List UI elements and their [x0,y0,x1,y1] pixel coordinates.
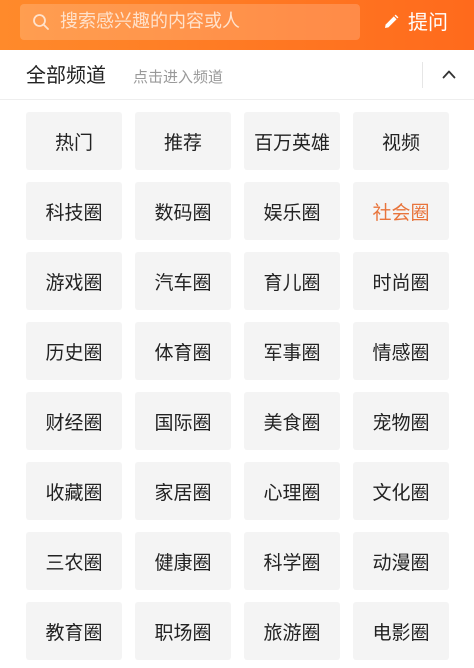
ask-question-button[interactable]: 提问 [378,4,468,40]
channel-chip[interactable]: 育儿圈 [244,252,340,310]
channel-chip[interactable]: 职场圈 [135,602,231,660]
channel-chip[interactable]: 体育圈 [135,322,231,380]
channel-chip[interactable]: 百万英雄 [244,112,340,170]
channel-chip[interactable]: 美食圈 [244,392,340,450]
channel-chip[interactable]: 社会圈 [353,182,449,240]
channel-chip[interactable]: 三农圈 [26,532,122,590]
channel-chip[interactable]: 教育圈 [26,602,122,660]
channel-chip[interactable]: 收藏圈 [26,462,122,520]
search-icon [33,14,49,30]
ask-label: 提问 [408,10,448,34]
channel-chip[interactable]: 宠物圈 [353,392,449,450]
search-placeholder: 搜索感兴趣的内容或人 [60,11,240,32]
channel-chip[interactable]: 热门 [26,112,122,170]
channel-chip[interactable]: 娱乐圈 [244,182,340,240]
channel-chip[interactable]: 旅游圈 [244,602,340,660]
channel-chip[interactable]: 军事圈 [244,322,340,380]
channel-grid: 热门 推荐 百万英雄 视频科技圈 数码圈 娱乐圈 社会圈游戏圈 汽车圈 育儿圈 时尚圈历史圈 体育圈… [26,112,450,660]
channel-chip[interactable]: 家居圈 [135,462,231,520]
channel-chip[interactable]: 国际圈 [135,392,231,450]
channel-chip[interactable]: 财经圈 [26,392,122,450]
collapse-button[interactable] [423,50,474,100]
search-input[interactable]: 搜索感兴趣的内容或人 [20,4,360,40]
channel-chip[interactable]: 动漫圈 [353,532,449,590]
channel-chip[interactable]: 科技圈 [26,182,122,240]
section-title: 全部频道 [26,63,106,87]
channel-chip[interactable]: 推荐 [135,112,231,170]
pencil-icon [385,14,399,28]
channel-chip[interactable]: 数码圈 [135,182,231,240]
channel-chip[interactable]: 游戏圈 [26,252,122,310]
section-hint: 点击进入频道 [133,68,224,86]
channel-section-header: 全部频道 点击进入频道 [0,50,474,100]
channel-chip[interactable]: 科学圈 [244,532,340,590]
channel-chip[interactable]: 时尚圈 [353,252,449,310]
channel-chip[interactable]: 视频 [353,112,449,170]
channel-chip[interactable]: 健康圈 [135,532,231,590]
channel-chip[interactable]: 汽车圈 [135,252,231,310]
top-bar: 搜索感兴趣的内容或人 提问 [0,0,474,50]
chevron-up-icon [442,70,456,79]
channel-chip[interactable]: 电影圈 [353,602,449,660]
channel-chip[interactable]: 情感圈 [353,322,449,380]
channel-chip[interactable]: 文化圈 [353,462,449,520]
channel-chip[interactable]: 历史圈 [26,322,122,380]
channel-chip[interactable]: 心理圈 [244,462,340,520]
